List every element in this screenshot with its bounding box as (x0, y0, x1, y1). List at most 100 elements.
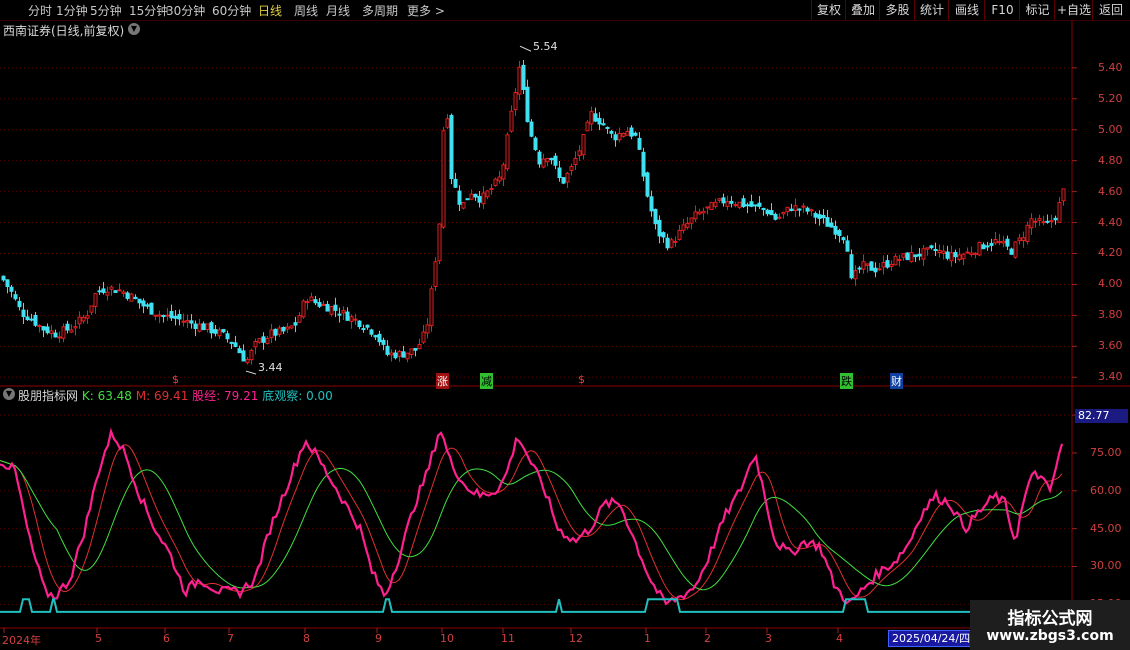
price-tick-label: 5.20 (1098, 91, 1123, 105)
event-marker[interactable]: 减 (480, 373, 493, 389)
candle-body (905, 252, 910, 261)
candle-body (529, 121, 534, 137)
candle-body (21, 309, 26, 318)
candle-body (809, 209, 814, 212)
x-tick-label: 6 (163, 632, 170, 645)
candle-body (113, 290, 118, 293)
candle-body (937, 249, 942, 254)
chevron-down-icon[interactable]: ▼ (3, 388, 15, 400)
candle-body (385, 345, 390, 355)
candle-body (53, 332, 58, 338)
watermark: 指标公式网 www.zbgs3.com (970, 600, 1130, 650)
candle-body (1045, 220, 1050, 223)
candle-body (197, 323, 202, 332)
candle-body (493, 178, 498, 186)
candle-body (609, 130, 614, 134)
candle-body (985, 245, 990, 248)
m-line (0, 444, 1063, 601)
candle-body (209, 322, 214, 334)
event-marker[interactable]: 财 (890, 373, 903, 389)
candle-body (1061, 188, 1066, 202)
candle-body (997, 241, 1002, 244)
candle-body (361, 327, 366, 330)
candle-body (289, 325, 294, 329)
candle-body (933, 248, 938, 251)
candle-body (705, 206, 710, 209)
candle-body (121, 291, 126, 294)
candle-body (633, 132, 638, 136)
candle-body (461, 202, 466, 209)
candle-body (1057, 202, 1062, 223)
candle-body (349, 316, 354, 322)
candle-body (397, 350, 402, 357)
candle-body (453, 178, 458, 188)
x-tick-label: 1 (644, 632, 651, 645)
candle-body (57, 336, 62, 339)
candle-body (825, 217, 830, 227)
candle-body (485, 190, 490, 198)
candle-body (145, 304, 150, 307)
candle-body (569, 165, 574, 171)
candle-body (277, 327, 282, 335)
candle-body (785, 206, 790, 213)
candle-body (661, 232, 666, 238)
high-pointer (519, 45, 532, 52)
x-tick-label: 11 (501, 632, 515, 645)
candle-body (25, 316, 30, 321)
candle-body (585, 121, 590, 132)
candle-body (557, 167, 562, 178)
candle-body (921, 248, 926, 260)
candle-body (537, 151, 542, 165)
candle-body (469, 193, 474, 200)
candle-body (1, 275, 6, 281)
candle-body (677, 229, 682, 241)
candle-body (297, 315, 302, 323)
candle-body (877, 268, 882, 271)
candle-body (641, 151, 646, 177)
high-price-label: 5.54 (533, 40, 558, 53)
x-tick-label: 8 (303, 632, 310, 645)
candle-body (517, 66, 522, 95)
candle-body (457, 190, 462, 205)
event-marker[interactable]: $ (172, 373, 179, 386)
candle-body (217, 329, 222, 337)
main-chart-title: 西南证券(日线,前复权) (3, 24, 125, 38)
candle-body (357, 320, 362, 328)
candle-body (365, 324, 370, 328)
x-tick-label: 2024年 (2, 634, 41, 647)
candle-body (1049, 220, 1054, 223)
candle-body (753, 204, 758, 207)
candle-body (269, 329, 274, 339)
event-marker[interactable]: 涨 (436, 373, 449, 389)
chevron-down-icon[interactable]: ▼ (128, 23, 140, 35)
candle-body (833, 225, 838, 235)
candle-body (817, 214, 822, 219)
candle-body (881, 261, 886, 268)
candle-body (589, 111, 594, 125)
event-marker[interactable]: $ (578, 373, 585, 386)
candle-body (593, 113, 598, 122)
candle-body (345, 311, 350, 321)
candle-body (337, 313, 342, 316)
candle-body (805, 207, 810, 212)
candle-body (649, 196, 654, 212)
candle-body (69, 329, 74, 333)
x-tick-label: 5 (95, 632, 102, 645)
candle-body (821, 214, 826, 219)
x-tick-label: 2 (704, 632, 711, 645)
candle-body (653, 208, 658, 225)
candle-body (533, 137, 538, 151)
price-tick-label: 3.40 (1098, 370, 1123, 384)
candle-body (421, 331, 426, 343)
chart-canvas[interactable] (0, 0, 1130, 650)
watermark-url: www.zbgs3.com (986, 628, 1114, 644)
candle-body (721, 197, 726, 204)
candle-body (473, 193, 478, 198)
candle-body (273, 328, 278, 336)
event-marker[interactable]: 跌 (840, 373, 853, 389)
candle-body (405, 352, 410, 360)
candle-body (513, 91, 518, 111)
candle-body (861, 261, 866, 270)
candle-body (61, 326, 66, 339)
candle-body (1025, 224, 1030, 243)
